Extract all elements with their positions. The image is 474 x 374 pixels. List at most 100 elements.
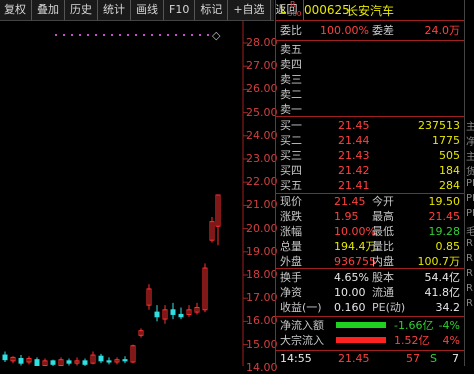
quote-label: 外盘: [280, 255, 302, 268]
candle-body: [106, 360, 112, 363]
limit-dot: [159, 34, 161, 36]
candle-body: [170, 309, 176, 315]
buy-label: 买二: [280, 134, 302, 147]
limit-dot: [71, 34, 73, 36]
quote-value: 10.00%: [334, 225, 376, 238]
weibi-value: 100.00%: [320, 24, 369, 37]
toolbar-button-3[interactable]: 统计: [98, 0, 131, 20]
candle-body: [18, 358, 24, 364]
limit-dot: [151, 34, 153, 36]
toolbar-button-6[interactable]: 标记: [195, 0, 229, 20]
edge-label: R: [466, 268, 473, 279]
weicha-value: 24.0万: [424, 24, 461, 37]
quote-row: 现价 21.45 今开 19.50: [276, 194, 464, 209]
price-axis-label: 16.00: [246, 314, 278, 328]
stock-code: 000625: [304, 3, 350, 17]
price-axis-label: 20.00: [246, 221, 278, 235]
quote-row: 涨跌 1.95 最高 21.45: [276, 209, 464, 224]
quote-row: 涨幅 10.00% 最低 19.28: [276, 224, 464, 239]
limit-dot: [95, 34, 97, 36]
price-axis-label: 17.00: [246, 291, 278, 305]
kline-chart[interactable]: ◇ 28.00 27.00 26.00 25.00 24.00 23.00 22.00 21.…: [0, 21, 278, 374]
price-axis-label: 22.00: [246, 175, 278, 189]
stock-prefix-sub: 300: [288, 10, 302, 18]
diamond-marker: ◇: [212, 29, 221, 42]
candle-body: [98, 355, 104, 362]
sell-row: 卖二: [276, 87, 464, 102]
stock-prefix-r: R: [290, 0, 296, 9]
buy-label: 买五: [280, 179, 302, 192]
fund-label: 净资: [280, 286, 302, 299]
quote-row: 外盘 936755 内盘 100.7万: [276, 254, 464, 269]
stock-name: 长安汽车: [346, 4, 395, 18]
quote-label: 涨跌: [280, 210, 302, 223]
fund-label: 换手: [280, 271, 302, 284]
price-axis-label: 21.00: [246, 198, 278, 212]
edge-label: R: [466, 238, 473, 249]
tick-vol: 57: [406, 352, 420, 365]
quote-value: 19.28: [428, 225, 461, 238]
quote-label: 涨幅: [280, 225, 302, 238]
edge-label: R: [466, 283, 473, 294]
buy-row: 买五 21.41 284: [276, 178, 464, 193]
chart-toolbar: 复权 叠加 历史 统计 画线 F10 标记 +自选 返回: [0, 0, 304, 21]
fund-label: 收益(一): [280, 301, 322, 314]
limit-dot: [87, 34, 89, 36]
toolbar-button-0[interactable]: 复权: [0, 0, 32, 20]
edge-label: 净: [466, 137, 474, 148]
sell-label: 卖一: [280, 103, 302, 116]
quote-label: 量比: [372, 240, 394, 253]
candle-body: [2, 354, 8, 361]
flow-bar: [336, 337, 386, 343]
flow-pct: 4%: [442, 334, 460, 347]
flow-pct: -4%: [438, 319, 460, 332]
price-axis-label: 23.00: [246, 152, 278, 165]
toolbar-button-5[interactable]: F10: [164, 0, 196, 20]
edge-label: R: [466, 253, 473, 264]
quote-value: 194.4万: [334, 240, 377, 253]
sell-row: 卖三: [276, 72, 464, 87]
toolbar-button-1[interactable]: 叠加: [32, 0, 65, 20]
buy-price: 21.44: [338, 134, 370, 147]
quote-label: 最高: [372, 210, 394, 223]
limit-dot: [199, 34, 201, 36]
fund-label: PE(动): [372, 301, 406, 314]
limit-dot: [175, 34, 177, 36]
tick-price: 21.45: [338, 352, 370, 365]
kline-svg: ◇: [2, 21, 248, 366]
quote-label: 最低: [372, 225, 394, 238]
flow-bar: [336, 322, 386, 328]
fund-value: 0.160: [334, 301, 366, 314]
sell-row: 卖一: [276, 102, 464, 117]
sell-label: 卖四: [280, 58, 302, 71]
flow-value: 1.52亿: [394, 334, 430, 347]
sell-row: 卖五: [276, 42, 464, 57]
fund-value: 54.4亿: [424, 271, 461, 284]
tick-flag: S: [430, 352, 437, 365]
quote-label: 今开: [372, 195, 394, 208]
quote-value: 100.7万: [417, 255, 461, 268]
toolbar-button-2[interactable]: 历史: [65, 0, 98, 20]
price-axis-label: 27.00: [246, 59, 278, 73]
price-axis-label: 25.00: [246, 105, 278, 119]
price-axis-label: 26.00: [246, 82, 278, 96]
edge-label: 毛: [466, 227, 474, 238]
buy-row: 买一 21.45 237513: [276, 118, 464, 133]
limit-dot: [127, 34, 129, 36]
tick-row: 14:55 21.45 57 S 7: [276, 351, 464, 366]
quote-value: 19.50: [428, 195, 461, 208]
fund-row: 净资 10.00 流通 41.8亿: [276, 285, 464, 300]
toolbar-button-4[interactable]: 画线: [131, 0, 164, 20]
buy-volume: 505: [439, 149, 460, 162]
candle-body: [122, 359, 128, 362]
price-axis-label: 14.00: [246, 360, 278, 374]
toolbar-button-7[interactable]: +自选: [228, 0, 271, 20]
edge-label: PI: [466, 193, 474, 204]
limit-dot: [207, 34, 209, 36]
quote-row: 总量 194.4万 量比 0.85: [276, 239, 464, 254]
quote-value: 1.95: [334, 210, 359, 223]
price-axis-label: 19.00: [246, 244, 278, 258]
quote-value: 21.45: [334, 195, 366, 208]
tick-time: 14:55: [280, 352, 312, 365]
fund-row: 换手 4.65% 股本 54.4亿: [276, 270, 464, 285]
